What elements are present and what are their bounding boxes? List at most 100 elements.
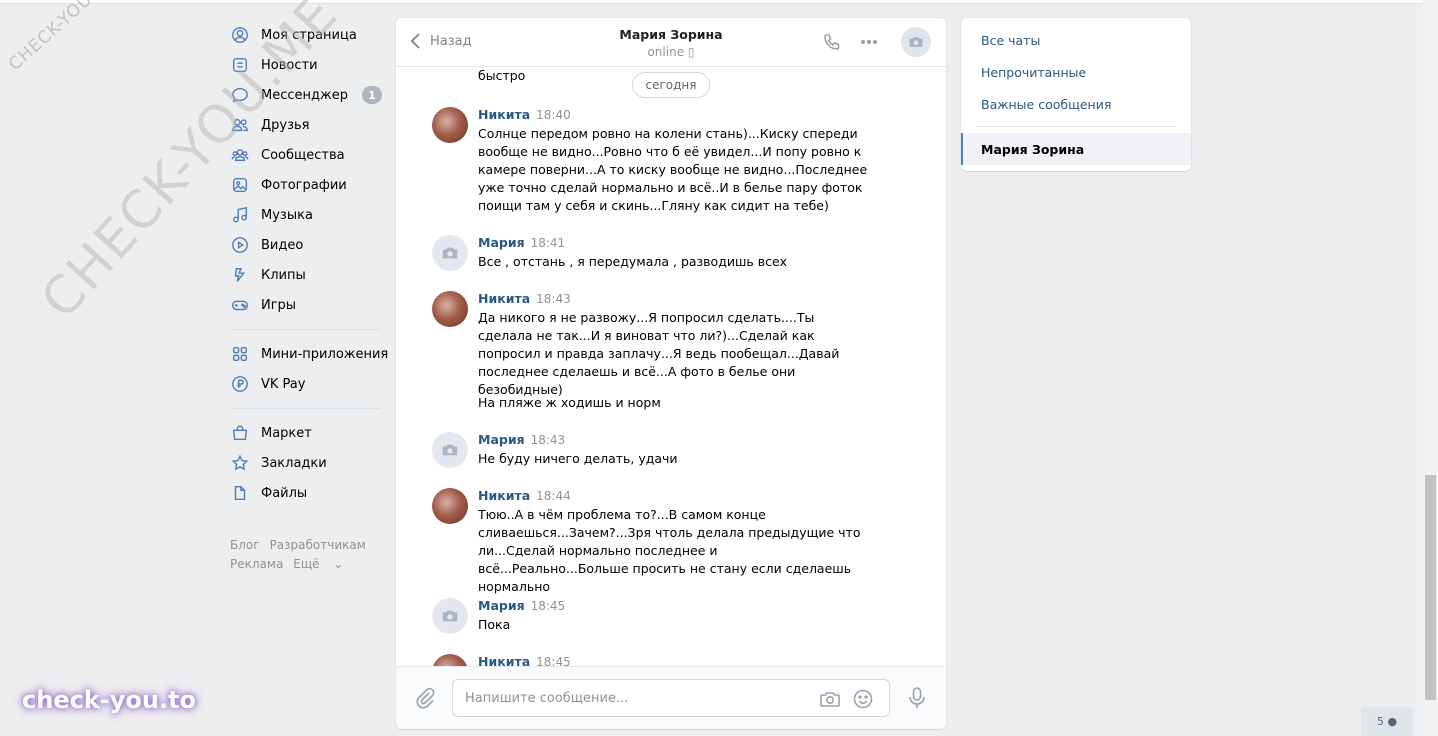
photo-icon bbox=[230, 175, 250, 195]
photo-attach-button[interactable] bbox=[819, 688, 841, 710]
clips-icon bbox=[230, 265, 250, 285]
chat-avatar[interactable] bbox=[901, 27, 931, 57]
top-bar bbox=[0, 0, 1423, 4]
nav-item-mini-apps[interactable]: Мини-приложения bbox=[230, 339, 390, 369]
online-count: 5 bbox=[1376, 715, 1384, 728]
voice-message-button[interactable] bbox=[906, 686, 928, 710]
nav-label: Фотографии bbox=[261, 177, 347, 193]
nav-item-bookmarks[interactable]: Закладки bbox=[230, 448, 390, 478]
nav-item-files[interactable]: Файлы bbox=[230, 478, 390, 508]
filter-important[interactable]: Важные сообщения bbox=[961, 88, 1191, 120]
avatar[interactable] bbox=[432, 654, 468, 666]
nav-item-music[interactable]: Музыка bbox=[230, 200, 390, 230]
message-composer bbox=[396, 666, 946, 729]
nav-label: VK Pay bbox=[261, 376, 306, 392]
nav-footer: Блог Разработчикам Реклама Ещё ⌄ bbox=[230, 536, 390, 574]
nav-label: Сообщества bbox=[261, 147, 345, 163]
message-input-box[interactable] bbox=[452, 679, 890, 717]
nav-label: Закладки bbox=[261, 455, 327, 471]
message-author[interactable]: Никита bbox=[478, 488, 530, 503]
online-friends-button[interactable]: 5 ● bbox=[1361, 707, 1413, 736]
message-time[interactable]: 18:43 bbox=[536, 292, 571, 306]
market-icon bbox=[230, 423, 250, 443]
footer-more-label: Ещё bbox=[293, 557, 320, 571]
video-icon bbox=[230, 235, 250, 255]
message-text: Не буду ничего делать, удачи bbox=[478, 451, 678, 466]
emoji-button[interactable] bbox=[852, 688, 874, 710]
user-circle-icon bbox=[230, 25, 250, 45]
message-time[interactable]: 18:44 bbox=[536, 489, 571, 503]
message-input[interactable] bbox=[465, 688, 805, 708]
more-actions-button[interactable] bbox=[859, 32, 881, 54]
call-button[interactable] bbox=[822, 32, 844, 54]
watermark-small: CHECK-YOU.ME bbox=[5, 0, 122, 75]
footer-more-link[interactable]: Ещё ⌄ bbox=[293, 557, 353, 571]
nav-label: Мини-приложения bbox=[261, 346, 389, 362]
camera-icon bbox=[442, 610, 458, 622]
message-time[interactable]: 18:45 bbox=[536, 655, 571, 666]
nav-item-video[interactable]: Видео bbox=[230, 230, 390, 260]
footer-blog-link[interactable]: Блог bbox=[230, 538, 260, 552]
nav-item-clips[interactable]: Клипы bbox=[230, 260, 390, 290]
status-text: online bbox=[647, 45, 685, 59]
unread-badge: 1 bbox=[362, 86, 382, 104]
camera-icon bbox=[442, 247, 458, 259]
nav-label: Видео bbox=[261, 237, 304, 253]
microphone-icon bbox=[909, 687, 925, 708]
file-icon bbox=[230, 483, 250, 503]
attach-button[interactable] bbox=[414, 687, 436, 709]
message-author[interactable]: Мария bbox=[478, 598, 525, 613]
nav-divider bbox=[230, 408, 380, 409]
message-author[interactable]: Никита bbox=[478, 654, 530, 666]
watermark-logo: check-you.to bbox=[22, 686, 197, 714]
camera-icon bbox=[820, 692, 840, 707]
camera-icon bbox=[909, 37, 923, 47]
footer-ads-link[interactable]: Реклама bbox=[230, 557, 283, 571]
scrollbar-thumb[interactable] bbox=[1425, 475, 1436, 700]
nav-label: Файлы bbox=[261, 485, 308, 501]
avatar[interactable] bbox=[432, 488, 468, 524]
mobile-icon: ▯ bbox=[687, 45, 695, 59]
active-conversation[interactable]: Мария Зорина bbox=[961, 133, 1191, 165]
panel-divider bbox=[976, 126, 1176, 127]
message-author[interactable]: Мария bbox=[478, 432, 525, 447]
avatar[interactable] bbox=[432, 235, 468, 271]
chat-window: Назад Мария Зорина online ▯ быстро сегод… bbox=[396, 18, 946, 729]
footer-dev-link[interactable]: Разработчикам bbox=[270, 538, 366, 552]
message-author[interactable]: Никита bbox=[478, 291, 530, 306]
filter-unread[interactable]: Непрочитанные bbox=[961, 56, 1191, 88]
message-text: Да никого я не развожу...Я попросил сдел… bbox=[478, 310, 840, 397]
filter-all-chats[interactable]: Все чаты bbox=[961, 24, 1191, 56]
games-icon bbox=[230, 295, 250, 315]
nav-label: Музыка bbox=[261, 207, 313, 223]
nav-item-communities[interactable]: Сообщества bbox=[230, 140, 390, 170]
camera-icon bbox=[442, 444, 458, 456]
message-text: Тюю..А в чём проблема то?...В самом конц… bbox=[478, 507, 861, 594]
avatar[interactable] bbox=[432, 107, 468, 143]
nav-item-vk-pay[interactable]: VK Pay bbox=[230, 369, 390, 399]
star-icon bbox=[230, 453, 250, 473]
nav-label: Друзья bbox=[261, 117, 310, 133]
message-time[interactable]: 18:40 bbox=[536, 108, 571, 122]
avatar[interactable] bbox=[432, 432, 468, 468]
nav-item-market[interactable]: Маркет bbox=[230, 418, 390, 448]
message-text: быстро bbox=[478, 68, 526, 83]
nav-label: Маркет bbox=[261, 425, 312, 441]
person-icon: ● bbox=[1387, 715, 1398, 728]
chat-filters-panel: Все чаты Непрочитанные Важные сообщения … bbox=[961, 18, 1191, 171]
message-author[interactable]: Мария bbox=[478, 235, 525, 250]
message-text: Пока bbox=[478, 617, 511, 632]
paperclip-icon bbox=[416, 687, 435, 709]
nav-item-games[interactable]: Игры bbox=[230, 290, 390, 320]
smile-icon bbox=[853, 689, 873, 709]
avatar[interactable] bbox=[432, 291, 468, 327]
message-time[interactable]: 18:45 bbox=[531, 599, 566, 613]
message-text: Солнце передом ровно на колени стань)...… bbox=[478, 126, 868, 213]
avatar[interactable] bbox=[432, 598, 468, 634]
message-time[interactable]: 18:43 bbox=[531, 433, 566, 447]
message-time[interactable]: 18:41 bbox=[531, 236, 566, 250]
nav-item-photos[interactable]: Фотографии bbox=[230, 170, 390, 200]
message-author[interactable]: Никита bbox=[478, 107, 530, 122]
message-history[interactable]: быстро сегодня Никита 18:40 Солнце передо… bbox=[396, 67, 946, 666]
page-scrollbar[interactable] bbox=[1423, 0, 1438, 736]
